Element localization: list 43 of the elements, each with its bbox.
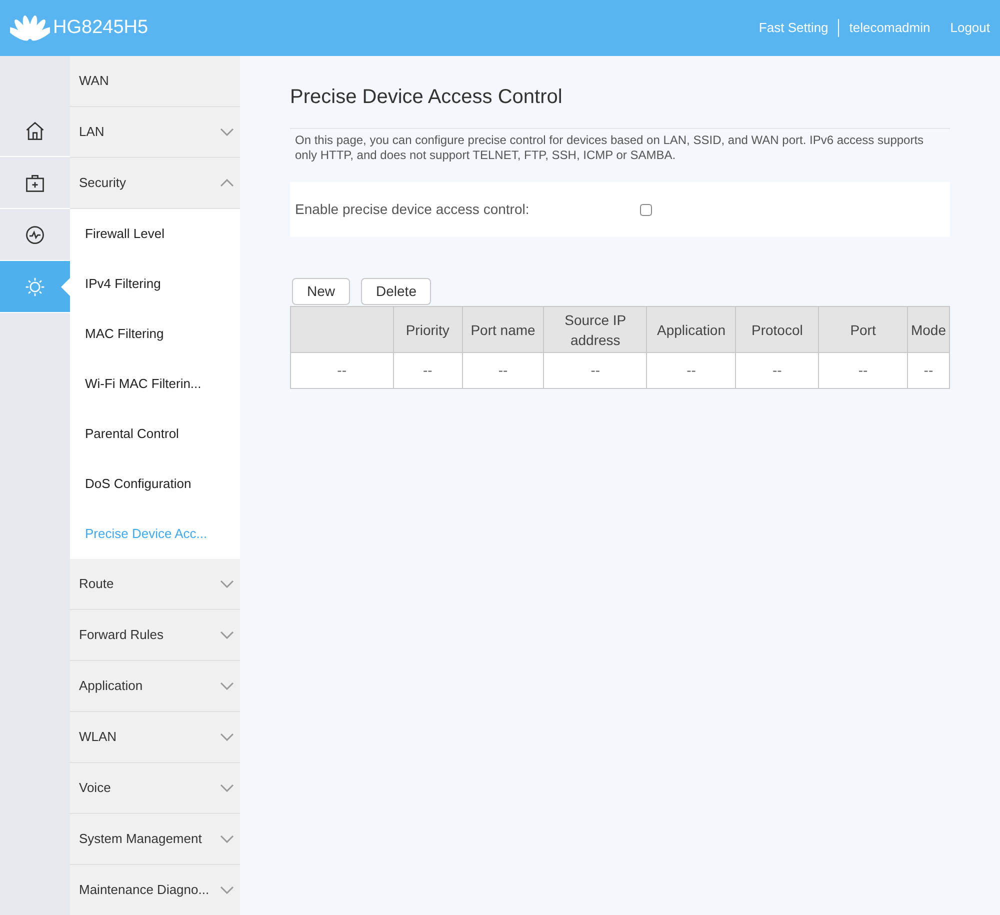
menu-item[interactable]: WLAN xyxy=(70,712,240,763)
menu-item[interactable]: Forward Rules xyxy=(70,610,240,661)
table-cell: -- xyxy=(907,352,950,388)
submenu-item[interactable]: IPv4 Filtering xyxy=(70,259,240,309)
submenu-item[interactable]: Wi-Fi MAC Filterin... xyxy=(70,359,240,409)
table-cell: -- xyxy=(736,352,819,388)
chevron-down-icon xyxy=(220,835,234,843)
table-cell: -- xyxy=(818,352,908,388)
menu-item[interactable]: Application xyxy=(70,661,240,712)
chevron-down-icon xyxy=(220,682,234,690)
chevron-down-icon xyxy=(220,580,234,588)
table-cell: -- xyxy=(646,352,736,388)
table-cell: -- xyxy=(462,352,544,388)
chevron-down-icon xyxy=(220,784,234,792)
submenu-item[interactable]: MAC Filtering xyxy=(70,309,240,359)
submenu-item[interactable]: Parental Control xyxy=(70,409,240,459)
submenu-item[interactable]: DoS Configuration xyxy=(70,459,240,509)
chevron-up-icon xyxy=(220,179,234,187)
menu-item[interactable]: Voice xyxy=(70,763,240,814)
chevron-down-icon xyxy=(220,733,234,741)
action-button[interactable]: Delete xyxy=(361,278,432,305)
flower-logo-icon xyxy=(10,13,50,43)
page-title: Precise Device Access Control xyxy=(290,82,950,129)
pulse-icon xyxy=(24,224,46,246)
settings-icon xyxy=(24,276,46,298)
table-cell: -- xyxy=(290,352,394,388)
menu-item[interactable]: System Management xyxy=(70,814,240,865)
chevron-down-icon xyxy=(220,631,234,639)
chevron-down-icon xyxy=(220,128,234,136)
table-cell: -- xyxy=(393,352,462,388)
home-icon xyxy=(24,120,46,142)
menu-item[interactable]: Maintenance Diagno... xyxy=(70,865,240,915)
menu-item[interactable]: LAN xyxy=(70,107,240,158)
submenu-item[interactable]: Firewall Level xyxy=(70,209,240,259)
enable-label: Enable precise device access control: xyxy=(295,200,530,219)
table-cell: -- xyxy=(544,352,647,388)
menu-item[interactable]: Route xyxy=(70,559,240,610)
chevron-down-icon xyxy=(220,886,234,894)
enable-checkbox[interactable] xyxy=(640,204,652,216)
page-description: On this page, you can configure precise control for devices based on LAN, SSID, and WAN port. IPv6 access supports only HTTP, and does not support TELNET, FTP, SSH, ICMP or SAMBA. xyxy=(294,133,925,163)
model-name: HG8245H5 xyxy=(53,16,148,40)
action-button[interactable]: New xyxy=(292,278,350,305)
menu-item[interactable]: WAN xyxy=(70,56,240,107)
